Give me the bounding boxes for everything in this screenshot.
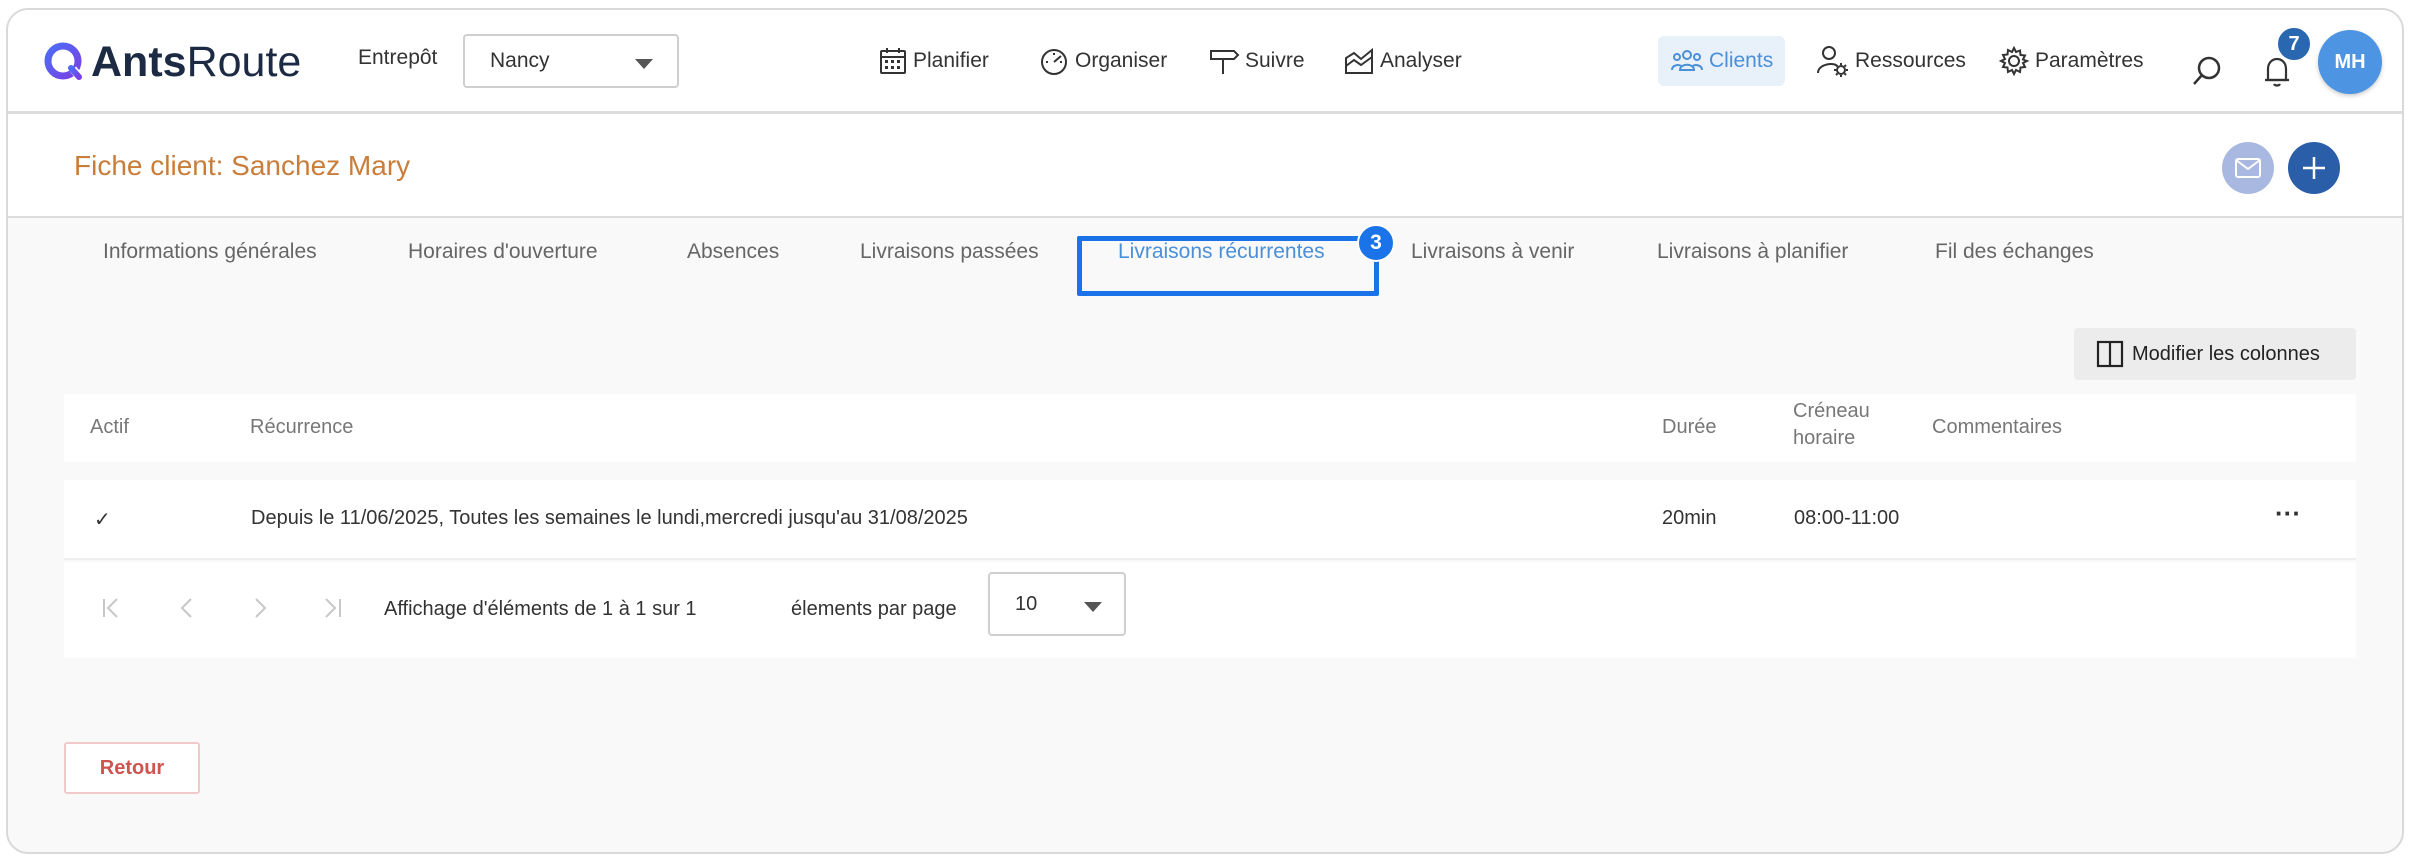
top-header: AntsRoute Entrepôt Nancy Planifier Organ… bbox=[8, 10, 2402, 114]
nav-planifier-label: Planifier bbox=[913, 49, 989, 72]
gear-icon bbox=[1998, 45, 2030, 77]
user-avatar[interactable]: MH bbox=[2318, 30, 2382, 94]
chevron-down-icon bbox=[1084, 602, 1102, 612]
nav-ressources-label: Ressources bbox=[1855, 49, 1966, 72]
per-page-value: 10 bbox=[1015, 592, 1038, 615]
add-button[interactable] bbox=[2288, 142, 2340, 194]
column-header-creneau[interactable]: Créneau horaire bbox=[1793, 400, 1870, 450]
warehouse-value: Nancy bbox=[490, 49, 550, 72]
table-row[interactable]: ✓ Depuis le 11/06/2025, Toutes les semai… bbox=[64, 480, 2356, 560]
pagination: Affichage d'éléments de 1 à 1 sur 1 élem… bbox=[64, 562, 2356, 658]
logo-icon bbox=[44, 42, 85, 82]
back-button[interactable]: Retour bbox=[64, 742, 200, 794]
table-header: Actif Récurrence Durée Créneau horaire C… bbox=[64, 394, 2356, 462]
nav-analyser-label: Analyser bbox=[1380, 49, 1462, 72]
columns-icon bbox=[2096, 340, 2124, 368]
column-header-duree[interactable]: Durée bbox=[1662, 416, 1716, 439]
column-header-commentaires[interactable]: Commentaires bbox=[1932, 416, 2062, 439]
row-actions-menu[interactable]: ··· bbox=[2275, 498, 2301, 529]
nav-organiser[interactable]: Organiser bbox=[1038, 36, 1167, 86]
envelope-icon bbox=[2235, 158, 2261, 178]
nav-parametres[interactable]: Paramètres bbox=[1998, 36, 2144, 86]
first-page-icon[interactable] bbox=[100, 596, 124, 620]
pagination-summary: Affichage d'éléments de 1 à 1 sur 1 bbox=[384, 598, 697, 620]
warehouse-select[interactable]: Nancy bbox=[463, 34, 679, 88]
per-page-select[interactable]: 10 bbox=[988, 572, 1126, 636]
row-actif-check: ✓ bbox=[94, 509, 111, 531]
users-icon bbox=[1671, 50, 1703, 71]
tab-marker-badge: 3 bbox=[1357, 224, 1395, 262]
nav-planifier[interactable]: Planifier bbox=[878, 36, 989, 86]
plus-icon bbox=[2303, 157, 2325, 179]
tab-absences[interactable]: Absences bbox=[687, 240, 779, 264]
row-creneau: 08:00-11:00 bbox=[1794, 507, 1900, 529]
per-page-label: élements par page bbox=[791, 598, 957, 620]
column-header-recurrence[interactable]: Récurrence bbox=[250, 416, 353, 439]
nav-suivre-label: Suivre bbox=[1245, 49, 1305, 72]
nav-clients[interactable]: Clients bbox=[1658, 36, 1786, 86]
row-recurrence: Depuis le 11/06/2025, Toutes les semaine… bbox=[251, 507, 968, 529]
next-page-icon[interactable] bbox=[248, 596, 272, 620]
user-gear-icon bbox=[1817, 46, 1848, 77]
tab-horaires-ouverture[interactable]: Horaires d'ouverture bbox=[408, 240, 598, 264]
calendar-icon bbox=[880, 48, 906, 74]
tab-livraisons-a-venir[interactable]: Livraisons à venir bbox=[1411, 240, 1574, 264]
nav-suivre[interactable]: Suivre bbox=[1208, 36, 1305, 86]
tab-livraisons-passees[interactable]: Livraisons passées bbox=[860, 240, 1039, 264]
signpost-icon bbox=[1210, 50, 1240, 74]
notification-badge: 7 bbox=[2276, 26, 2312, 62]
column-header-creneau-line1: Créneau bbox=[1793, 400, 1870, 422]
tab-livraisons-a-planifier[interactable]: Livraisons à planifier bbox=[1657, 240, 1848, 264]
tab-informations-generales[interactable]: Informations générales bbox=[103, 240, 317, 264]
brand-logo[interactable]: AntsRoute bbox=[43, 37, 302, 86]
speedometer-icon bbox=[1041, 49, 1067, 75]
app-window: AntsRoute Entrepôt Nancy Planifier Organ… bbox=[6, 8, 2404, 854]
column-header-actif[interactable]: Actif bbox=[90, 416, 129, 439]
edit-columns-button[interactable]: Modifier les colonnes bbox=[2074, 328, 2356, 380]
column-header-creneau-line2: horaire bbox=[1793, 427, 1856, 449]
row-duree: 20min bbox=[1662, 507, 1717, 529]
warehouse-label: Entrepôt bbox=[358, 46, 438, 69]
chevron-down-icon bbox=[635, 59, 653, 69]
last-page-icon[interactable] bbox=[320, 596, 344, 620]
nav-analyser[interactable]: Analyser bbox=[1343, 36, 1462, 86]
search-icon[interactable] bbox=[2190, 54, 2224, 88]
page-title: Fiche client: Sanchez Mary bbox=[74, 150, 411, 181]
nav-organiser-label: Organiser bbox=[1075, 49, 1168, 72]
brand-name: AntsRoute bbox=[91, 37, 302, 86]
nav-parametres-label: Paramètres bbox=[2035, 49, 2144, 72]
nav-clients-label: Clients bbox=[1709, 49, 1774, 72]
active-tab-highlight bbox=[1077, 236, 1379, 296]
chart-icon bbox=[1345, 47, 1373, 74]
previous-page-icon[interactable] bbox=[176, 596, 200, 620]
edit-columns-label: Modifier les colonnes bbox=[2132, 342, 2320, 365]
page-header: Fiche client: Sanchez Mary bbox=[8, 114, 2402, 218]
nav-ressources[interactable]: Ressources bbox=[1816, 36, 1966, 86]
send-email-button[interactable] bbox=[2222, 142, 2274, 194]
tab-fil-des-echanges[interactable]: Fil des échanges bbox=[1935, 240, 2094, 264]
